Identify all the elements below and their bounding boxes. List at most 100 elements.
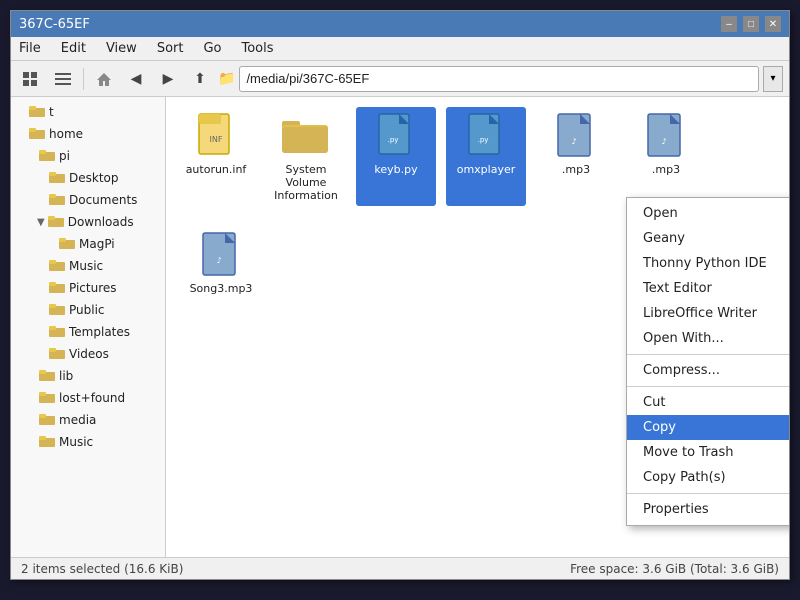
icon-view-button[interactable]: [17, 65, 45, 93]
file-icon-mp3-2: ♪: [642, 111, 690, 159]
context-menu: OpenGeanyThonny Python IDEText EditorLib…: [626, 197, 789, 526]
sidebar-item-downloads[interactable]: ▼ Downloads: [11, 211, 165, 233]
folder-icon: [49, 192, 65, 208]
sidebar-item-label: Pictures: [69, 281, 117, 295]
sidebar-item-lib[interactable]: lib: [11, 365, 165, 387]
minimize-button[interactable]: –: [721, 16, 737, 32]
svg-text:♪: ♪: [571, 137, 576, 146]
mp3-file-icon-1: ♪: [556, 112, 596, 158]
folder-icon: [29, 104, 45, 120]
folder-icon: [39, 390, 55, 406]
context-menu-item-move-to-trash[interactable]: Move to Trash: [627, 440, 789, 465]
file-icon-song3: ♪: [197, 230, 245, 278]
context-menu-item-open-with---[interactable]: Open With...: [627, 326, 789, 351]
folder-icon: [39, 434, 55, 450]
sidebar-item-music[interactable]: Music: [11, 431, 165, 453]
sidebar-item-label: Music: [59, 435, 93, 449]
context-menu-separator: [627, 493, 789, 494]
home-button[interactable]: [90, 65, 118, 93]
file-item-mp3-1[interactable]: ♪ .mp3: [536, 107, 616, 206]
context-menu-item-copy[interactable]: Copy: [627, 415, 789, 440]
sidebar-item-documents[interactable]: Documents: [11, 189, 165, 211]
sidebar-item-label: Music: [69, 259, 103, 273]
sidebar-item-pictures[interactable]: Pictures: [11, 277, 165, 299]
context-menu-item-text-editor[interactable]: Text Editor: [627, 276, 789, 301]
toolbar: ◀ ▶ ⬆ 📁 ▾: [11, 61, 789, 97]
menu-go[interactable]: Go: [199, 39, 225, 58]
menu-view[interactable]: View: [102, 39, 141, 58]
menu-edit[interactable]: Edit: [57, 39, 90, 58]
sidebar-item-t[interactable]: t: [11, 101, 165, 123]
svg-text:♪: ♪: [216, 256, 221, 265]
expand-arrow: ▼: [37, 217, 45, 228]
file-icon-mp3-1: ♪: [552, 111, 600, 159]
titlebar: 367C-65EF – □ ✕: [11, 11, 789, 37]
file-label-keybpy: keyb.py: [374, 163, 417, 176]
context-menu-item-cut[interactable]: Cut: [627, 390, 789, 415]
list-view-button[interactable]: [49, 65, 77, 93]
file-item-mp3-2[interactable]: ♪ .mp3: [626, 107, 706, 206]
mp3-file-icon-2: ♪: [646, 112, 686, 158]
sidebar-item-pi[interactable]: pi: [11, 145, 165, 167]
file-icon-omxplayer: .py: [462, 111, 510, 159]
sidebar-item-lostfound[interactable]: lost+found: [11, 387, 165, 409]
sidebar-item-templates[interactable]: Templates: [11, 321, 165, 343]
sidebar-item-videos[interactable]: Videos: [11, 343, 165, 365]
file-item-omxplayer[interactable]: .py omxplayer: [446, 107, 526, 206]
context-menu-item-properties[interactable]: Properties: [627, 497, 789, 522]
address-dropdown-button[interactable]: ▾: [763, 66, 783, 92]
context-menu-item-thonny-python-ide[interactable]: Thonny Python IDE: [627, 251, 789, 276]
context-menu-separator: [627, 386, 789, 387]
mp3-file-icon-song3: ♪: [201, 231, 241, 277]
sidebar-item-music[interactable]: Music: [11, 255, 165, 277]
file-item-song3[interactable]: ♪ Song3.mp3: [181, 226, 261, 299]
file-item-autorun[interactable]: INF autorun.inf: [176, 107, 256, 206]
menu-tools[interactable]: Tools: [238, 39, 278, 58]
file-label-mp3-2: .mp3: [652, 163, 680, 176]
sidebar-item-label: pi: [59, 149, 70, 163]
file-item-keybpy[interactable]: .py keyb.py: [356, 107, 436, 206]
home-icon: [96, 71, 112, 87]
sidebar-item-label: Templates: [69, 325, 130, 339]
context-menu-item-libreoffice-writer[interactable]: LibreOffice Writer: [627, 301, 789, 326]
address-bar[interactable]: [239, 66, 759, 92]
forward-button[interactable]: ▶: [154, 65, 182, 93]
sidebar-item-label: lost+found: [59, 391, 125, 405]
file-area[interactable]: INF autorun.inf Syst: [166, 97, 789, 557]
file-icon-sysvolinfo: [282, 111, 330, 159]
sidebar-item-label: media: [59, 413, 96, 427]
folder-icon: [39, 148, 55, 164]
file-label-omxplayer: omxplayer: [457, 163, 516, 176]
up-button[interactable]: ⬆: [186, 65, 214, 93]
back-button[interactable]: ◀: [122, 65, 150, 93]
folder-icon: [49, 324, 65, 340]
context-menu-item-open[interactable]: Open: [627, 201, 789, 226]
location-icon: 📁: [218, 71, 235, 87]
context-menu-item-compress---[interactable]: Compress...: [627, 358, 789, 383]
sidebar-item-magpi[interactable]: MagPi: [11, 233, 165, 255]
main-area: t home pi Desktop Documents ▼ Downloads M…: [11, 97, 789, 557]
context-menu-item-copy-path-s-[interactable]: Copy Path(s): [627, 465, 789, 490]
sidebar-item-home[interactable]: home: [11, 123, 165, 145]
maximize-button[interactable]: □: [743, 16, 759, 32]
folder-icon: [39, 412, 55, 428]
sidebar-item-label: Desktop: [69, 171, 119, 185]
menu-file[interactable]: File: [15, 39, 45, 58]
sidebar-item-label: Documents: [69, 193, 137, 207]
menu-sort[interactable]: Sort: [153, 39, 188, 58]
file-label-sysvolinfo: System Volume Information: [270, 163, 342, 202]
file-manager-window: 367C-65EF – □ ✕ File Edit View Sort Go T…: [10, 10, 790, 580]
separator-1: [83, 68, 84, 90]
file-item-sysvolinfo[interactable]: System Volume Information: [266, 107, 346, 206]
sidebar-item-public[interactable]: Public: [11, 299, 165, 321]
status-left: 2 items selected (16.6 KiB): [21, 562, 183, 576]
folder-icon: [49, 170, 65, 186]
file-label-mp3-1: .mp3: [562, 163, 590, 176]
context-menu-item-geany[interactable]: Geany: [627, 226, 789, 251]
sidebar-item-media[interactable]: media: [11, 409, 165, 431]
file-label-autorun: autorun.inf: [186, 163, 247, 176]
close-button[interactable]: ✕: [765, 16, 781, 32]
window-title: 367C-65EF: [19, 17, 90, 32]
sidebar-item-desktop[interactable]: Desktop: [11, 167, 165, 189]
menubar: File Edit View Sort Go Tools: [11, 37, 789, 61]
